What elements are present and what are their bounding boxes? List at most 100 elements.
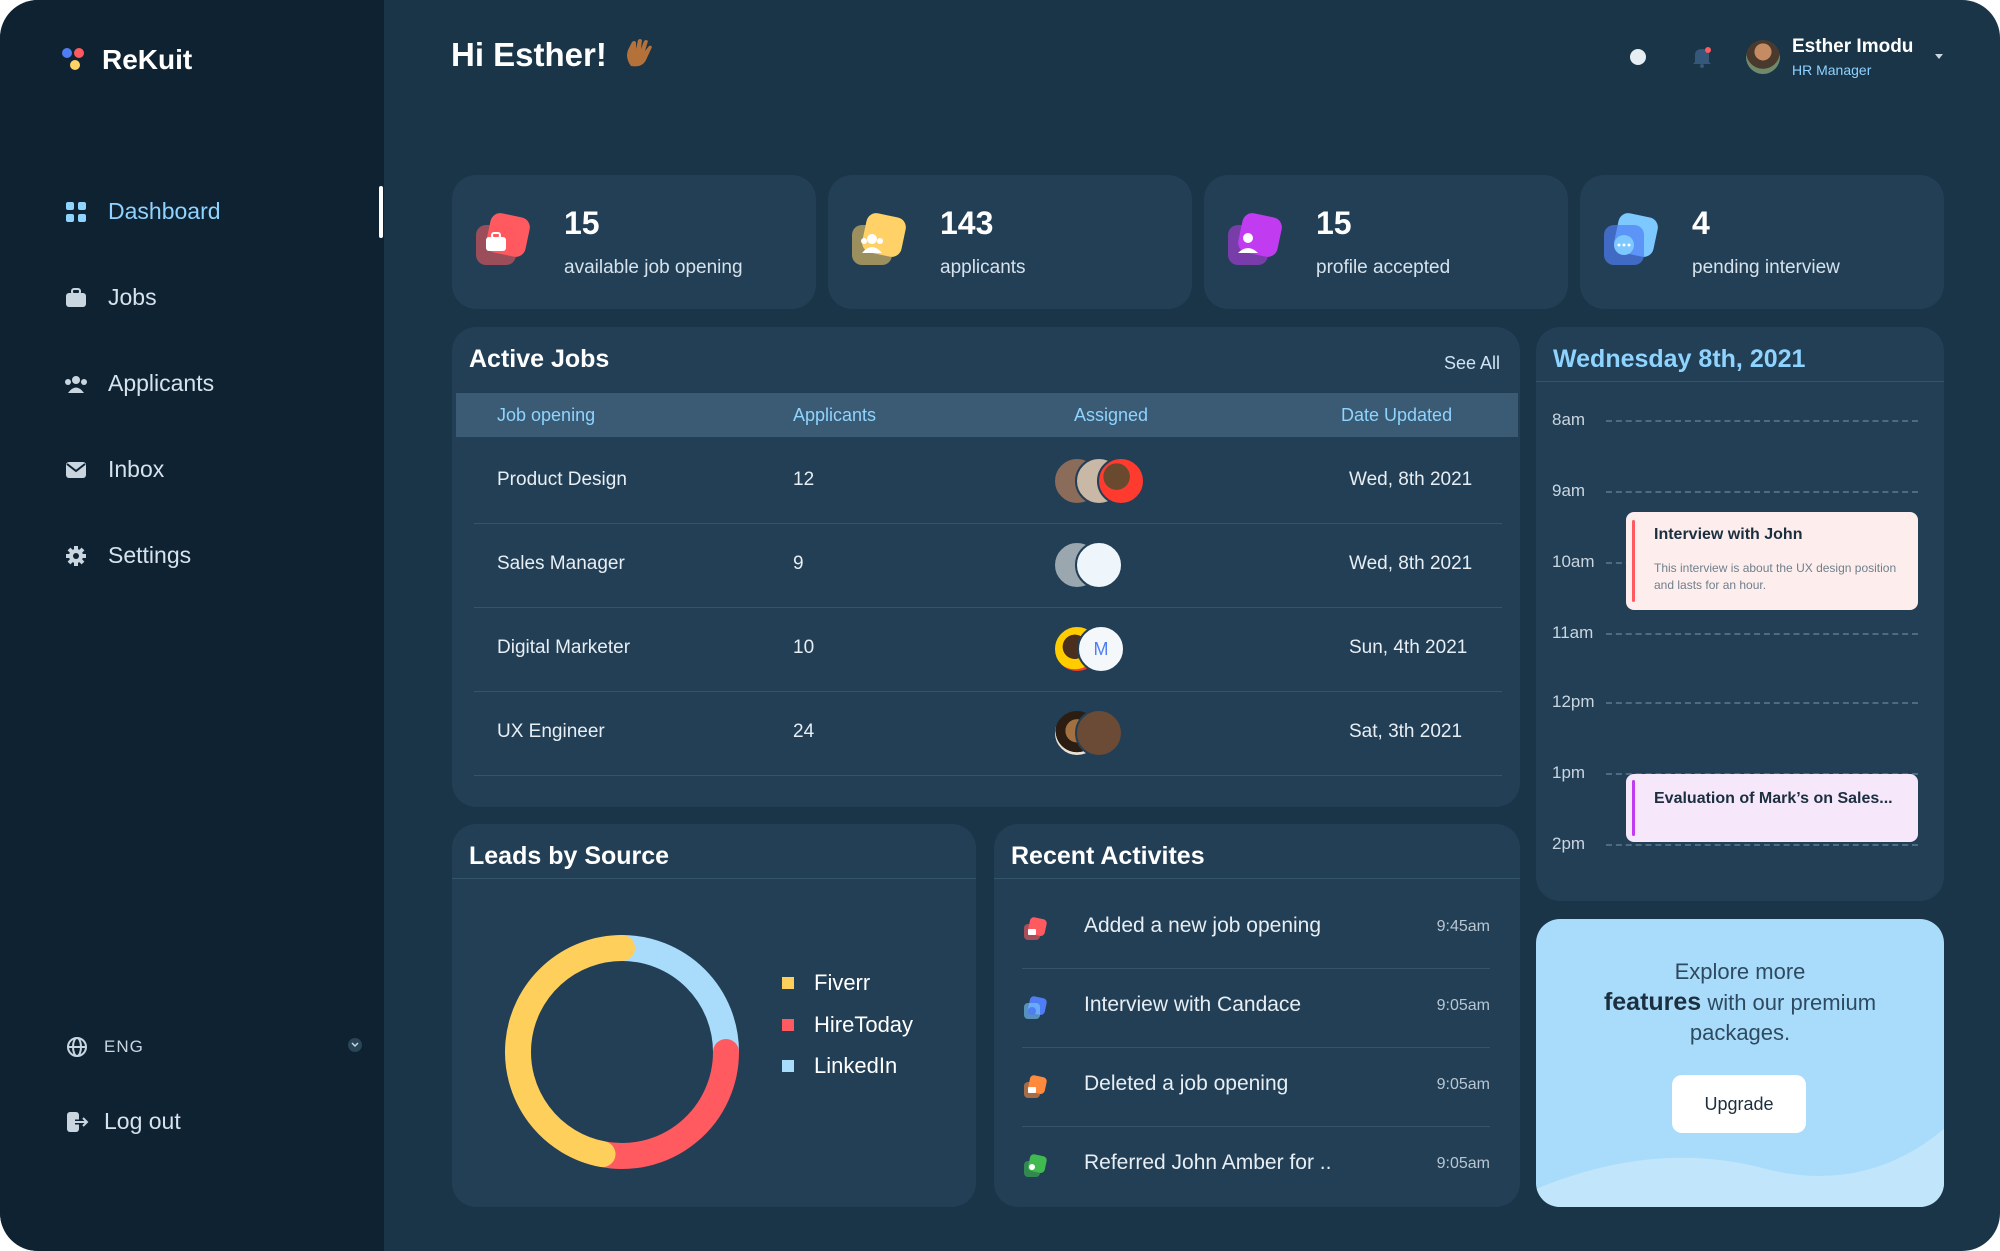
card-title: Recent Activites [1011, 842, 1205, 870]
donut-slice-hiretoday [589, 1039, 739, 1169]
time-label: 11am [1552, 623, 1594, 642]
event-card[interactable]: Interview with John This interview is ab… [1626, 512, 1918, 610]
applicant-count: 9 [793, 553, 804, 574]
briefcase-icon [1022, 916, 1048, 942]
legend-label: LinkedIn [814, 1053, 898, 1078]
stat-card-job-openings[interactable]: 15 available job opening [452, 175, 816, 309]
stat-label: profile accepted [1316, 257, 1451, 278]
logout-button[interactable]: Log out [66, 1108, 181, 1135]
time-divider [1606, 702, 1918, 704]
briefcase-icon [474, 211, 534, 271]
gear-icon [64, 544, 88, 568]
upgrade-promo-card: Explore more features with our premium p… [1536, 919, 1944, 1207]
legend-item-hiretoday: HireToday [782, 1012, 913, 1038]
time-label: 8am [1552, 410, 1586, 429]
card-title: Leads by Source [469, 842, 670, 870]
avatar[interactable] [1746, 40, 1780, 74]
sidebar-item-applicants[interactable]: Applicants [64, 370, 214, 397]
activity-item[interactable]: Interview with Candace 9:05am [1022, 969, 1490, 1048]
column-header[interactable]: Assigned [1074, 405, 1148, 426]
legend-swatch [782, 1060, 794, 1072]
bell-icon[interactable] [1692, 46, 1712, 68]
table-row[interactable]: Sales Manager 9 Wed, 8th 2021 [474, 523, 1502, 608]
sidebar: ReKuit Dashboard Jobs Applicants Inbox S… [0, 0, 384, 1251]
event-card[interactable]: Evaluation of Mark’s on Sales... [1626, 774, 1918, 842]
sidebar-item-jobs[interactable]: Jobs [64, 284, 157, 311]
promo-line: Explore more [1674, 959, 1806, 984]
leads-donut-chart [505, 935, 739, 1169]
sidebar-item-label: Jobs [108, 284, 157, 310]
sidebar-item-label: Applicants [108, 370, 215, 396]
theme-toggle-icon[interactable] [1630, 49, 1646, 65]
job-title: Product Design [497, 469, 627, 490]
greeting-text: Hi Esther! [451, 36, 607, 73]
user-check-icon [1226, 211, 1286, 271]
user-info[interactable]: Esther Imodu HR Manager [1792, 36, 1913, 78]
upgrade-button[interactable]: Upgrade [1672, 1075, 1806, 1133]
logout-icon [66, 1111, 90, 1133]
time-label: 10am [1552, 552, 1595, 571]
trash-icon [1022, 1074, 1048, 1100]
see-all-link[interactable]: See All [1444, 353, 1500, 374]
dashboard-icon [64, 200, 88, 224]
donut-slice-fiverr [505, 935, 635, 1168]
sidebar-item-dashboard[interactable]: Dashboard [64, 198, 221, 225]
event-title: Evaluation of Mark’s on Sales... [1654, 790, 1893, 807]
activity-item[interactable]: Added a new job opening 9:45am [1022, 890, 1490, 969]
globe-icon [66, 1036, 88, 1058]
logout-label: Log out [104, 1108, 181, 1134]
table-row[interactable]: Product Design 12 Wed, 8th 2021 [474, 439, 1502, 524]
date-updated: Sat, 3th 2021 [1349, 721, 1463, 742]
chevron-down-icon [348, 1038, 362, 1052]
wave-icon [616, 36, 656, 73]
app-window: ReKuit Dashboard Jobs Applicants Inbox S… [0, 0, 2000, 1251]
brand-name: ReKuit [102, 44, 193, 75]
sidebar-item-label: Dashboard [108, 198, 221, 224]
language-selector[interactable]: ENG [66, 1036, 366, 1058]
legend-swatch [782, 977, 794, 989]
legend-label: HireToday [814, 1012, 914, 1037]
sidebar-item-inbox[interactable]: Inbox [64, 456, 164, 483]
logo[interactable]: ReKuit [60, 42, 192, 78]
column-header[interactable]: Applicants [793, 405, 876, 426]
header-actions: Esther Imodu HR Manager [1630, 36, 1944, 78]
schedule-date: Wednesday 8th, 2021 [1553, 345, 1806, 373]
avatar [1075, 541, 1123, 589]
column-header[interactable]: Job opening [497, 405, 595, 426]
avatar-initial: M [1077, 625, 1125, 673]
applicant-count: 10 [793, 637, 815, 658]
time-divider [1606, 633, 1918, 635]
column-header[interactable]: Date Updated [1341, 405, 1452, 426]
table-header: Job opening Applicants Assigned Date Upd… [456, 393, 1518, 437]
activity-time: 9:45am [1436, 918, 1490, 935]
page-title: Hi Esther! [451, 36, 656, 74]
activity-item[interactable]: Referred John Amber for .. 9:05am [1022, 1127, 1490, 1205]
chevron-down-icon[interactable] [1935, 54, 1944, 60]
promo-line: with our premium packages. [1689, 990, 1877, 1045]
date-updated: Sun, 4th 2021 [1349, 637, 1468, 658]
activity-text: Added a new job opening [1084, 914, 1322, 937]
mail-icon [64, 458, 88, 482]
stat-card-pending-interview[interactable]: 4 pending interview [1580, 175, 1944, 309]
stat-value: 143 [940, 205, 994, 241]
legend-label: Fiverr [814, 970, 871, 995]
event-title: Interview with John [1654, 526, 1803, 543]
sidebar-item-label: Settings [108, 542, 192, 568]
table-row[interactable]: UX Engineer 24 Sat, 3th 2021 [474, 691, 1502, 776]
card-title: Active Jobs [469, 345, 610, 373]
stat-value: 15 [564, 205, 600, 241]
table-row[interactable]: Digital Marketer 10 M Sun, 4th 2021 [474, 607, 1502, 692]
stat-label: pending interview [1692, 257, 1840, 278]
stat-card-applicants[interactable]: 143 applicants [828, 175, 1192, 309]
legend-item-fiverr: Fiverr [782, 970, 870, 996]
donut-slice-linkedin [609, 935, 739, 1065]
activity-item[interactable]: Deleted a job opening 9:05am [1022, 1048, 1490, 1127]
stat-card-profile-accepted[interactable]: 15 profile accepted [1204, 175, 1568, 309]
avatar [1097, 457, 1145, 505]
stat-value: 4 [1692, 205, 1710, 241]
users-icon [850, 211, 910, 271]
job-title: UX Engineer [497, 721, 605, 742]
sidebar-item-settings[interactable]: Settings [64, 542, 191, 569]
time-label: 12pm [1552, 692, 1595, 711]
event-description: This interview is about the UX design po… [1654, 561, 1897, 592]
